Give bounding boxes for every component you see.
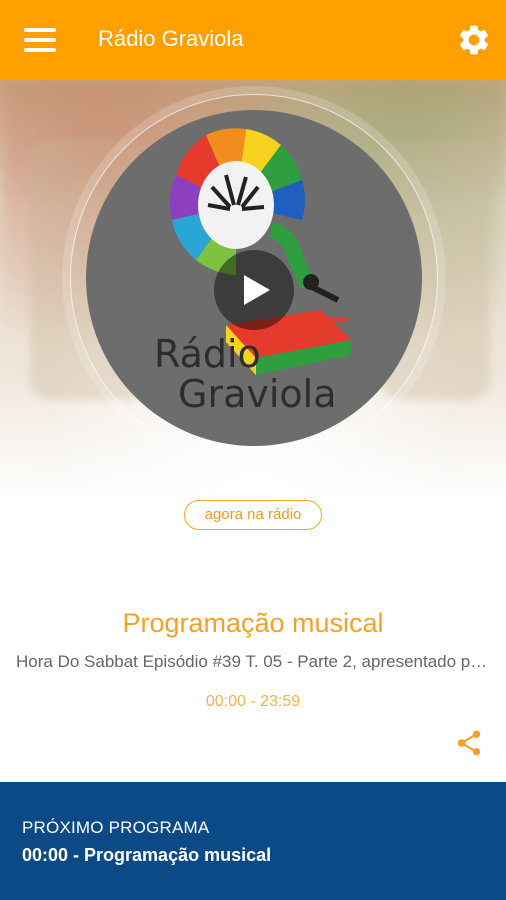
next-program-bar[interactable] <box>0 782 506 900</box>
hamburger-line <box>24 48 56 52</box>
hamburger-menu-icon <box>24 28 56 32</box>
settings-button[interactable] <box>456 22 492 58</box>
hero-cover: Rádio Graviola <box>0 80 506 500</box>
menu-button[interactable] <box>24 28 56 54</box>
program-title: Programação musical <box>122 608 384 638</box>
next-program-label: PRÓXIMO PROGRAMA <box>22 818 210 837</box>
play-icon <box>244 275 270 305</box>
now-on-air-badge: agora na rádio <box>184 500 322 530</box>
next-program-value: 00:00 - Programação musical <box>22 845 272 865</box>
program-description: Hora Do Sabbat Episódio #39 T. 05 - Part… <box>16 652 494 671</box>
logo-wordmark: Rádio Graviola <box>154 334 337 414</box>
app-bar: Rádio Graviola <box>0 0 506 80</box>
play-button[interactable] <box>214 250 294 330</box>
share-icon <box>457 730 481 756</box>
program-time: 00:00 - 23:59 <box>205 693 301 710</box>
app-title: Rádio Graviola <box>98 26 244 51</box>
hamburger-line <box>24 38 56 42</box>
logo-line-1: Rádio <box>154 332 261 376</box>
share-button[interactable] <box>454 728 484 758</box>
logo-line-2: Graviola <box>178 372 337 416</box>
gear-icon <box>459 25 489 55</box>
